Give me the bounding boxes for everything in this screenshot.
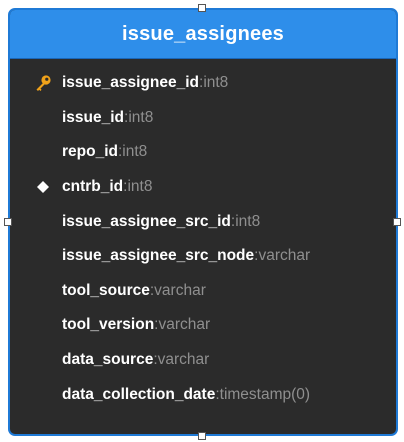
field-name: issue_id [62, 108, 125, 126]
field-type: int8 [127, 178, 153, 196]
field-name: issue_assignee_src_node [62, 247, 255, 265]
field-type: int8 [128, 108, 154, 126]
resize-handle-left[interactable] [4, 218, 12, 226]
field-list: issue_assignee_id: int8 issue_id: int8 r… [10, 59, 396, 412]
field-row[interactable]: issue_assignee_src_id: int8 [10, 204, 396, 239]
field-type: int8 [122, 143, 148, 161]
field-row[interactable]: tool_source: varchar [10, 274, 396, 309]
field-type: int8 [203, 74, 229, 92]
field-type: timestamp(0) [219, 385, 311, 403]
field-type: varchar [157, 351, 210, 369]
field-name: repo_id [62, 143, 118, 161]
field-name: tool_source [62, 281, 150, 299]
field-name: data_collection_date [62, 385, 216, 403]
field-name: data_source [62, 351, 154, 369]
field-row[interactable]: issue_assignee_src_node: varchar [10, 239, 396, 274]
resize-handle-right[interactable] [393, 218, 401, 226]
entity-table[interactable]: issue_assignees issue_assignee_id: int8 … [8, 8, 398, 436]
field-name: issue_assignee_src_id [62, 212, 231, 230]
key-icon [34, 74, 52, 92]
entity-header[interactable]: issue_assignees [10, 10, 396, 59]
resize-handle-top[interactable] [198, 4, 206, 12]
field-name: issue_assignee_id [62, 74, 199, 92]
field-name: cntrb_id [62, 178, 124, 196]
field-row[interactable]: repo_id: int8 [10, 135, 396, 170]
field-row[interactable]: issue_id: int8 [10, 101, 396, 136]
resize-handle-bottom[interactable] [198, 432, 206, 440]
field-name: tool_version [62, 316, 155, 334]
field-type: varchar [158, 316, 211, 334]
field-type: int8 [235, 212, 261, 230]
field-row[interactable]: tool_version: varchar [10, 308, 396, 343]
diamond-icon [34, 178, 52, 196]
entity-title: issue_assignees [122, 22, 284, 45]
field-type: varchar [258, 247, 311, 265]
field-row[interactable]: issue_assignee_id: int8 [10, 66, 396, 101]
field-row[interactable]: data_collection_date: timestamp(0) [10, 377, 396, 412]
field-row[interactable]: cntrb_id: int8 [10, 170, 396, 205]
field-row[interactable]: data_source: varchar [10, 343, 396, 378]
field-type: varchar [154, 281, 206, 299]
